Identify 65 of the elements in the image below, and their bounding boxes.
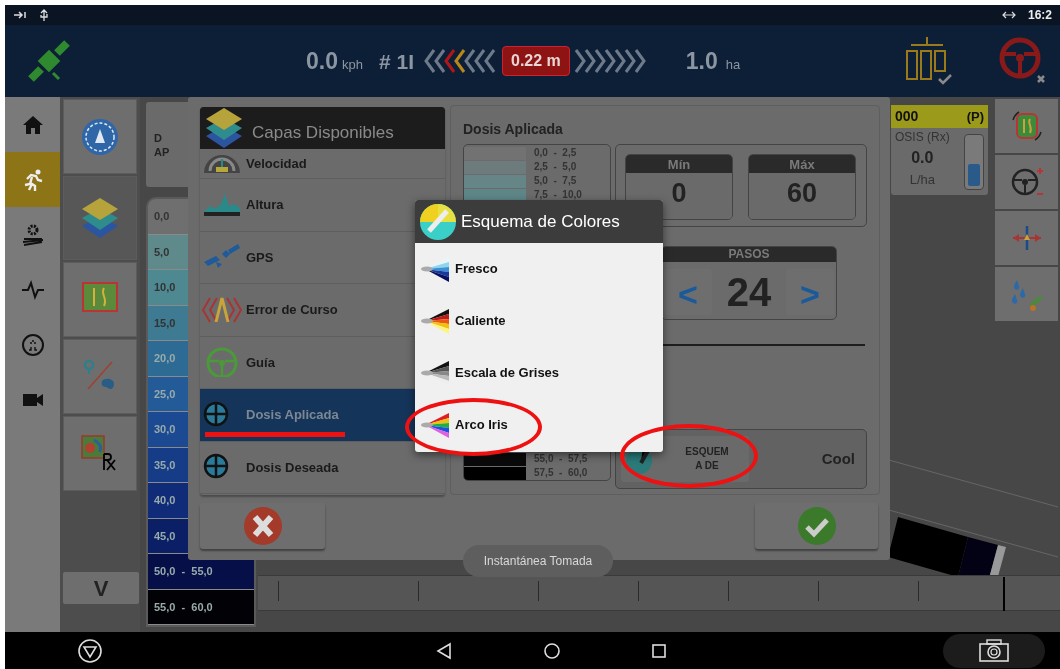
layers-title: Capas Disponibles (252, 122, 394, 145)
layer-item[interactable]: Velocidad (200, 149, 445, 179)
signal-arrows-icon (1001, 10, 1016, 20)
max-field[interactable]: Máx 60 (748, 154, 856, 220)
legend-range: 7,5 - 10,0 (533, 189, 582, 202)
gear-field-icon (20, 222, 45, 247)
color-scheme-value: Cool (821, 448, 855, 469)
legend-range: 45,0 (154, 528, 176, 544)
compass-icon (80, 116, 120, 157)
layers-icon (204, 108, 244, 148)
legend-range: 50,0 - 55,0 (154, 564, 213, 579)
home-circle-icon (543, 641, 561, 660)
usb-icon (39, 9, 49, 21)
nav-button[interactable] (5, 152, 60, 207)
legend-range: 5,0 (154, 244, 170, 260)
legend-range: 10,0 (154, 280, 176, 295)
tool-button[interactable] (63, 176, 137, 260)
toast-message: Instantánea Tomada (463, 545, 613, 577)
speed-value: 0.0 (306, 46, 338, 76)
legend-range: 5,0 - 7,5 (533, 175, 577, 188)
legend-range: 15,0 (154, 315, 176, 331)
speed-unit: kph (342, 55, 363, 74)
min-label: Mín (626, 155, 732, 173)
rate-header: 000 (895, 107, 919, 126)
legend-range: 20,0 (154, 351, 176, 366)
max-label: Máx (749, 155, 855, 173)
swath-number: # 1I (378, 48, 414, 75)
color-wheel-icon (419, 202, 457, 241)
status-time: 16:2 (1027, 7, 1052, 24)
legend-range: 40,0 (154, 493, 176, 508)
layers-icon (80, 198, 120, 238)
legend-range: 25,0 (154, 386, 176, 402)
screenshot-button[interactable] (943, 633, 1045, 668)
camera-icon (978, 638, 1010, 663)
legend-title-text: D (154, 130, 162, 145)
network-share-icon (13, 10, 27, 20)
legend-range: 2,5 - 5,0 (533, 161, 577, 174)
back-icon (435, 641, 453, 660)
legend-range: 0,0 - 2,5 (533, 147, 577, 160)
area-value: 1.0 (685, 46, 718, 76)
detail-title: Dosis Aplicada (463, 120, 563, 139)
legend-title-text: AP (154, 144, 170, 159)
steps-value: 24 (726, 269, 772, 316)
legend-range: 0,0 (154, 209, 170, 224)
ok-button[interactable] (755, 503, 878, 549)
close-icon (242, 506, 283, 546)
triangle-circle-icon (77, 637, 103, 664)
steps-label: PASOS (662, 247, 836, 262)
v-button[interactable]: V (63, 572, 139, 604)
checkmark-icon (796, 506, 837, 546)
rate-value: 0.0 (911, 148, 934, 168)
area-unit: ha (725, 55, 741, 74)
legend-range: 57,5 - 60,0 (533, 467, 588, 480)
recents-square-icon (651, 642, 667, 659)
offset-badge: 0.22 m (502, 46, 570, 76)
tool-button[interactable] (995, 155, 1058, 209)
ut-circle-icon (20, 332, 45, 357)
legend-range: 55,0 - 60,0 (154, 599, 213, 615)
legend-range: 35,0 (154, 457, 176, 473)
cancel-button[interactable] (200, 503, 325, 549)
rate-mode: (P) (966, 107, 984, 126)
satellite-icon (27, 39, 71, 83)
tool-button[interactable] (63, 99, 137, 174)
legend-range: 30,0 (154, 422, 176, 437)
popup-title: Esquema de Colores (461, 210, 620, 233)
